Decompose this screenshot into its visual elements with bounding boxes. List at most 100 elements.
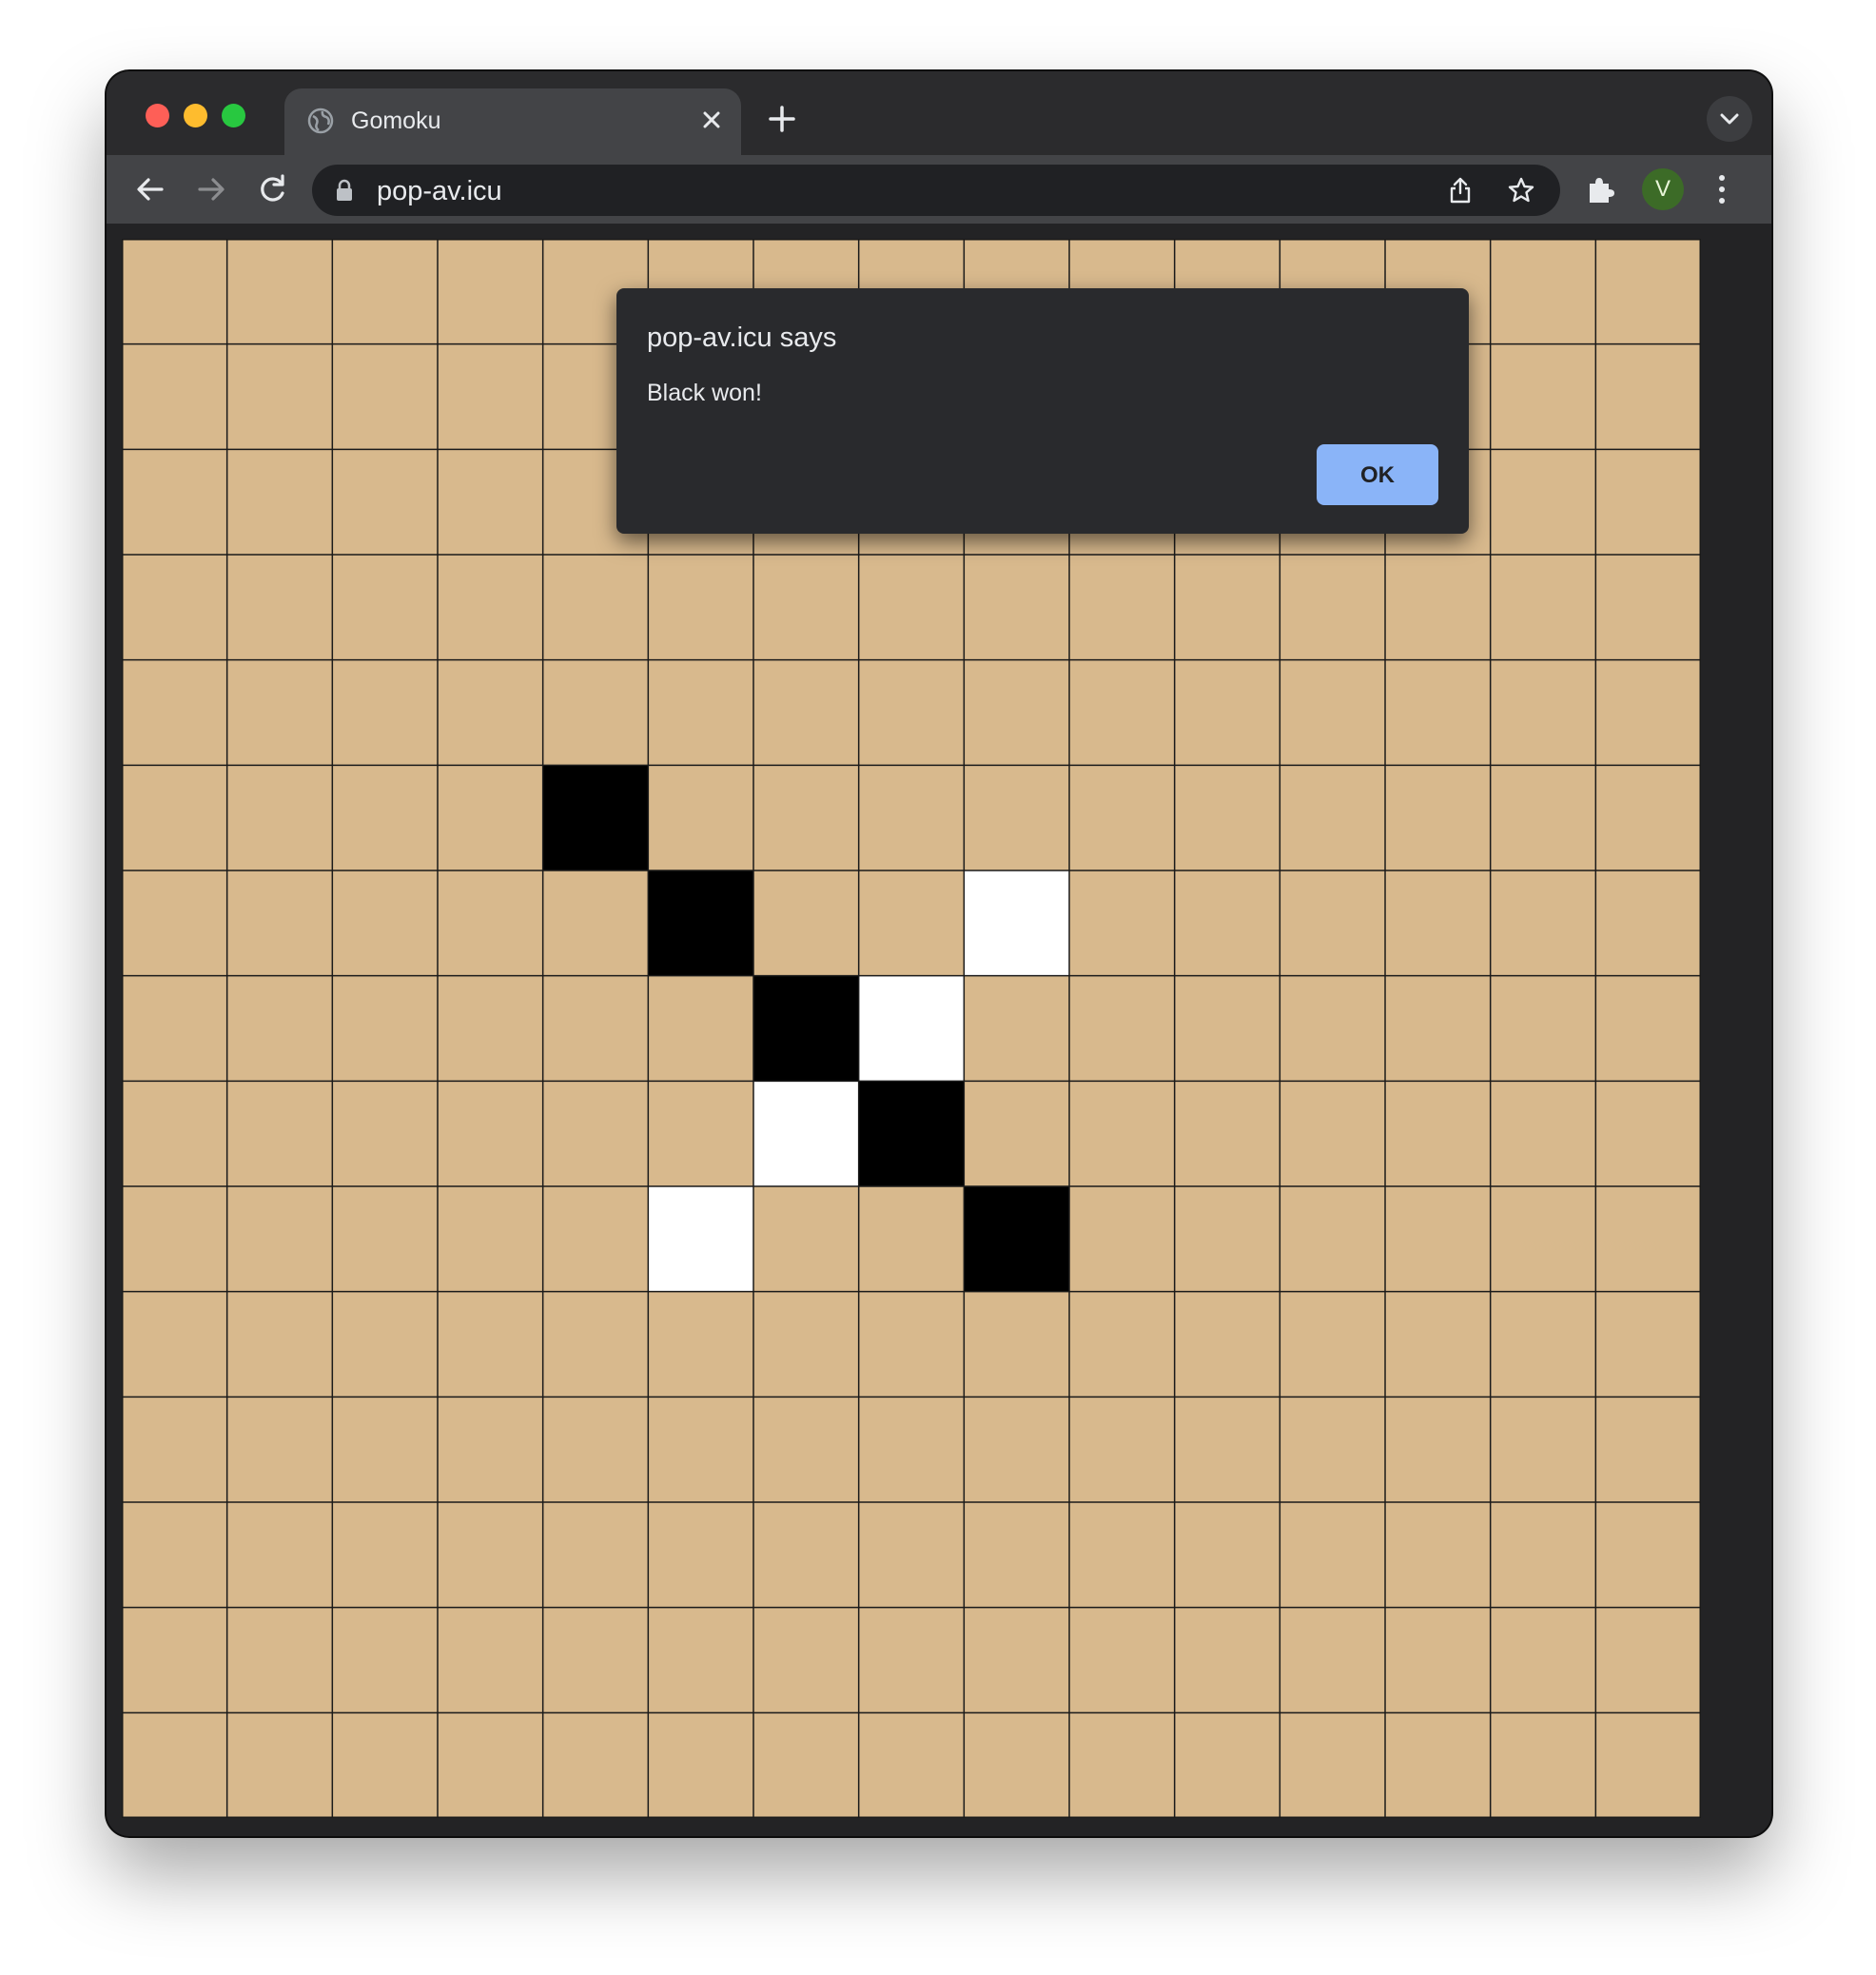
board-cell[interactable]	[226, 975, 333, 1082]
board-cell[interactable]	[753, 1397, 859, 1502]
board-cell[interactable]	[542, 975, 649, 1082]
board-cell[interactable]	[438, 343, 543, 450]
board-cell[interactable]	[1490, 870, 1596, 976]
board-cell[interactable]	[964, 1291, 1069, 1398]
board-cell[interactable]	[1280, 1397, 1385, 1502]
board-cell[interactable]	[332, 975, 438, 1082]
board-cell[interactable]	[1595, 1712, 1701, 1818]
tab-search-button[interactable]	[1707, 96, 1752, 142]
board-cell[interactable]	[332, 1607, 438, 1713]
board-cell[interactable]	[542, 1712, 649, 1818]
board-cell[interactable]	[1595, 239, 1701, 344]
board-cell[interactable]	[1280, 555, 1385, 660]
board-cell[interactable]	[1280, 1502, 1385, 1608]
board-cell[interactable]	[226, 1081, 333, 1186]
board-cell[interactable]	[226, 555, 333, 660]
board-cell[interactable]	[122, 239, 227, 344]
address-bar[interactable]: pop-av.icu	[312, 165, 1560, 216]
board-cell[interactable]	[1490, 659, 1596, 766]
board-cell[interactable]	[226, 1607, 333, 1713]
board-cell[interactable]	[1385, 555, 1491, 660]
board-cell[interactable]	[542, 1186, 649, 1292]
maximize-window-button[interactable]	[222, 104, 245, 127]
board-cell[interactable]	[332, 1291, 438, 1398]
board-cell[interactable]	[332, 449, 438, 555]
board-cell[interactable]	[964, 1607, 1069, 1713]
board-cell[interactable]	[122, 1081, 227, 1186]
board-cell[interactable]	[1385, 659, 1491, 766]
board-cell[interactable]	[122, 765, 227, 870]
board-cell[interactable]	[1174, 870, 1280, 976]
url-text[interactable]: pop-av.icu	[377, 176, 502, 207]
board-cell[interactable]	[438, 1081, 543, 1186]
board-cell[interactable]	[122, 343, 227, 450]
board-cell[interactable]	[648, 1291, 753, 1398]
board-cell[interactable]	[122, 1607, 227, 1713]
board-cell[interactable]	[1069, 1291, 1175, 1398]
menu-kebab-icon[interactable]	[1714, 172, 1729, 206]
lock-icon[interactable]	[335, 179, 354, 202]
board-cell[interactable]	[1069, 1502, 1175, 1608]
board-cell[interactable]	[438, 1712, 543, 1818]
ok-button[interactable]: OK	[1317, 444, 1438, 505]
board-cell[interactable]	[1490, 1712, 1596, 1818]
board-cell[interactable]	[226, 449, 333, 555]
board-cell[interactable]	[226, 1502, 333, 1608]
board-cell[interactable]	[438, 1607, 543, 1713]
board-cell[interactable]	[226, 1186, 333, 1292]
board-cell[interactable]	[542, 1607, 649, 1713]
board-cell[interactable]	[858, 1397, 965, 1502]
board-cell[interactable]	[1595, 449, 1701, 555]
board-cell[interactable]	[438, 975, 543, 1082]
board-cell[interactable]	[122, 1712, 227, 1818]
board-cell[interactable]	[1595, 870, 1701, 976]
board-cell[interactable]	[226, 765, 333, 870]
board-cell[interactable]	[1490, 975, 1596, 1082]
extensions-puzzle-icon[interactable]	[1583, 172, 1617, 206]
board-cell[interactable]	[1174, 1502, 1280, 1608]
board-cell[interactable]	[964, 975, 1069, 1082]
board-cell[interactable]	[122, 449, 227, 555]
board-cell[interactable]	[648, 1607, 753, 1713]
board-cell[interactable]	[332, 1397, 438, 1502]
board-cell[interactable]	[226, 1291, 333, 1398]
back-arrow-icon[interactable]	[131, 170, 169, 208]
bookmark-star-icon[interactable]	[1507, 176, 1535, 205]
board-cell[interactable]	[753, 1186, 859, 1292]
board-cell[interactable]	[648, 1502, 753, 1608]
tab-gomoku[interactable]: Gomoku	[284, 88, 741, 155]
board-cell[interactable]	[1069, 1081, 1175, 1186]
board-cell[interactable]	[858, 1502, 965, 1608]
board-cell[interactable]	[1490, 1502, 1596, 1608]
board-cell[interactable]	[1490, 1291, 1596, 1398]
board-cell[interactable]	[1174, 659, 1280, 766]
board-cell[interactable]	[858, 1712, 965, 1818]
board-cell[interactable]	[1385, 765, 1491, 870]
board-cell[interactable]	[858, 1186, 965, 1292]
board-cell[interactable]	[1385, 1081, 1491, 1186]
board-cell[interactable]	[648, 765, 753, 870]
board-cell[interactable]	[122, 555, 227, 660]
board-cell[interactable]	[438, 1502, 543, 1608]
board-cell[interactable]	[332, 1186, 438, 1292]
board-cell[interactable]	[1385, 870, 1491, 976]
board-cell[interactable]	[1280, 659, 1385, 766]
board-cell[interactable]	[1490, 1186, 1596, 1292]
board-cell[interactable]	[1595, 765, 1701, 870]
board-cell[interactable]	[1490, 239, 1596, 344]
board-cell[interactable]	[332, 1081, 438, 1186]
board-cell[interactable]	[648, 975, 753, 1082]
board-cell[interactable]	[226, 870, 333, 976]
board-cell[interactable]	[226, 659, 333, 766]
board-cell[interactable]	[753, 1712, 859, 1818]
board-cell[interactable]	[1490, 449, 1596, 555]
board-cell[interactable]	[1174, 975, 1280, 1082]
board-cell[interactable]	[122, 1397, 227, 1502]
board-cell[interactable]	[753, 555, 859, 660]
board-cell[interactable]	[648, 1712, 753, 1818]
close-window-button[interactable]	[146, 104, 169, 127]
board-cell[interactable]	[1490, 1607, 1596, 1713]
board-cell[interactable]	[858, 870, 965, 976]
board-cell[interactable]	[438, 870, 543, 976]
board-cell[interactable]	[1069, 555, 1175, 660]
